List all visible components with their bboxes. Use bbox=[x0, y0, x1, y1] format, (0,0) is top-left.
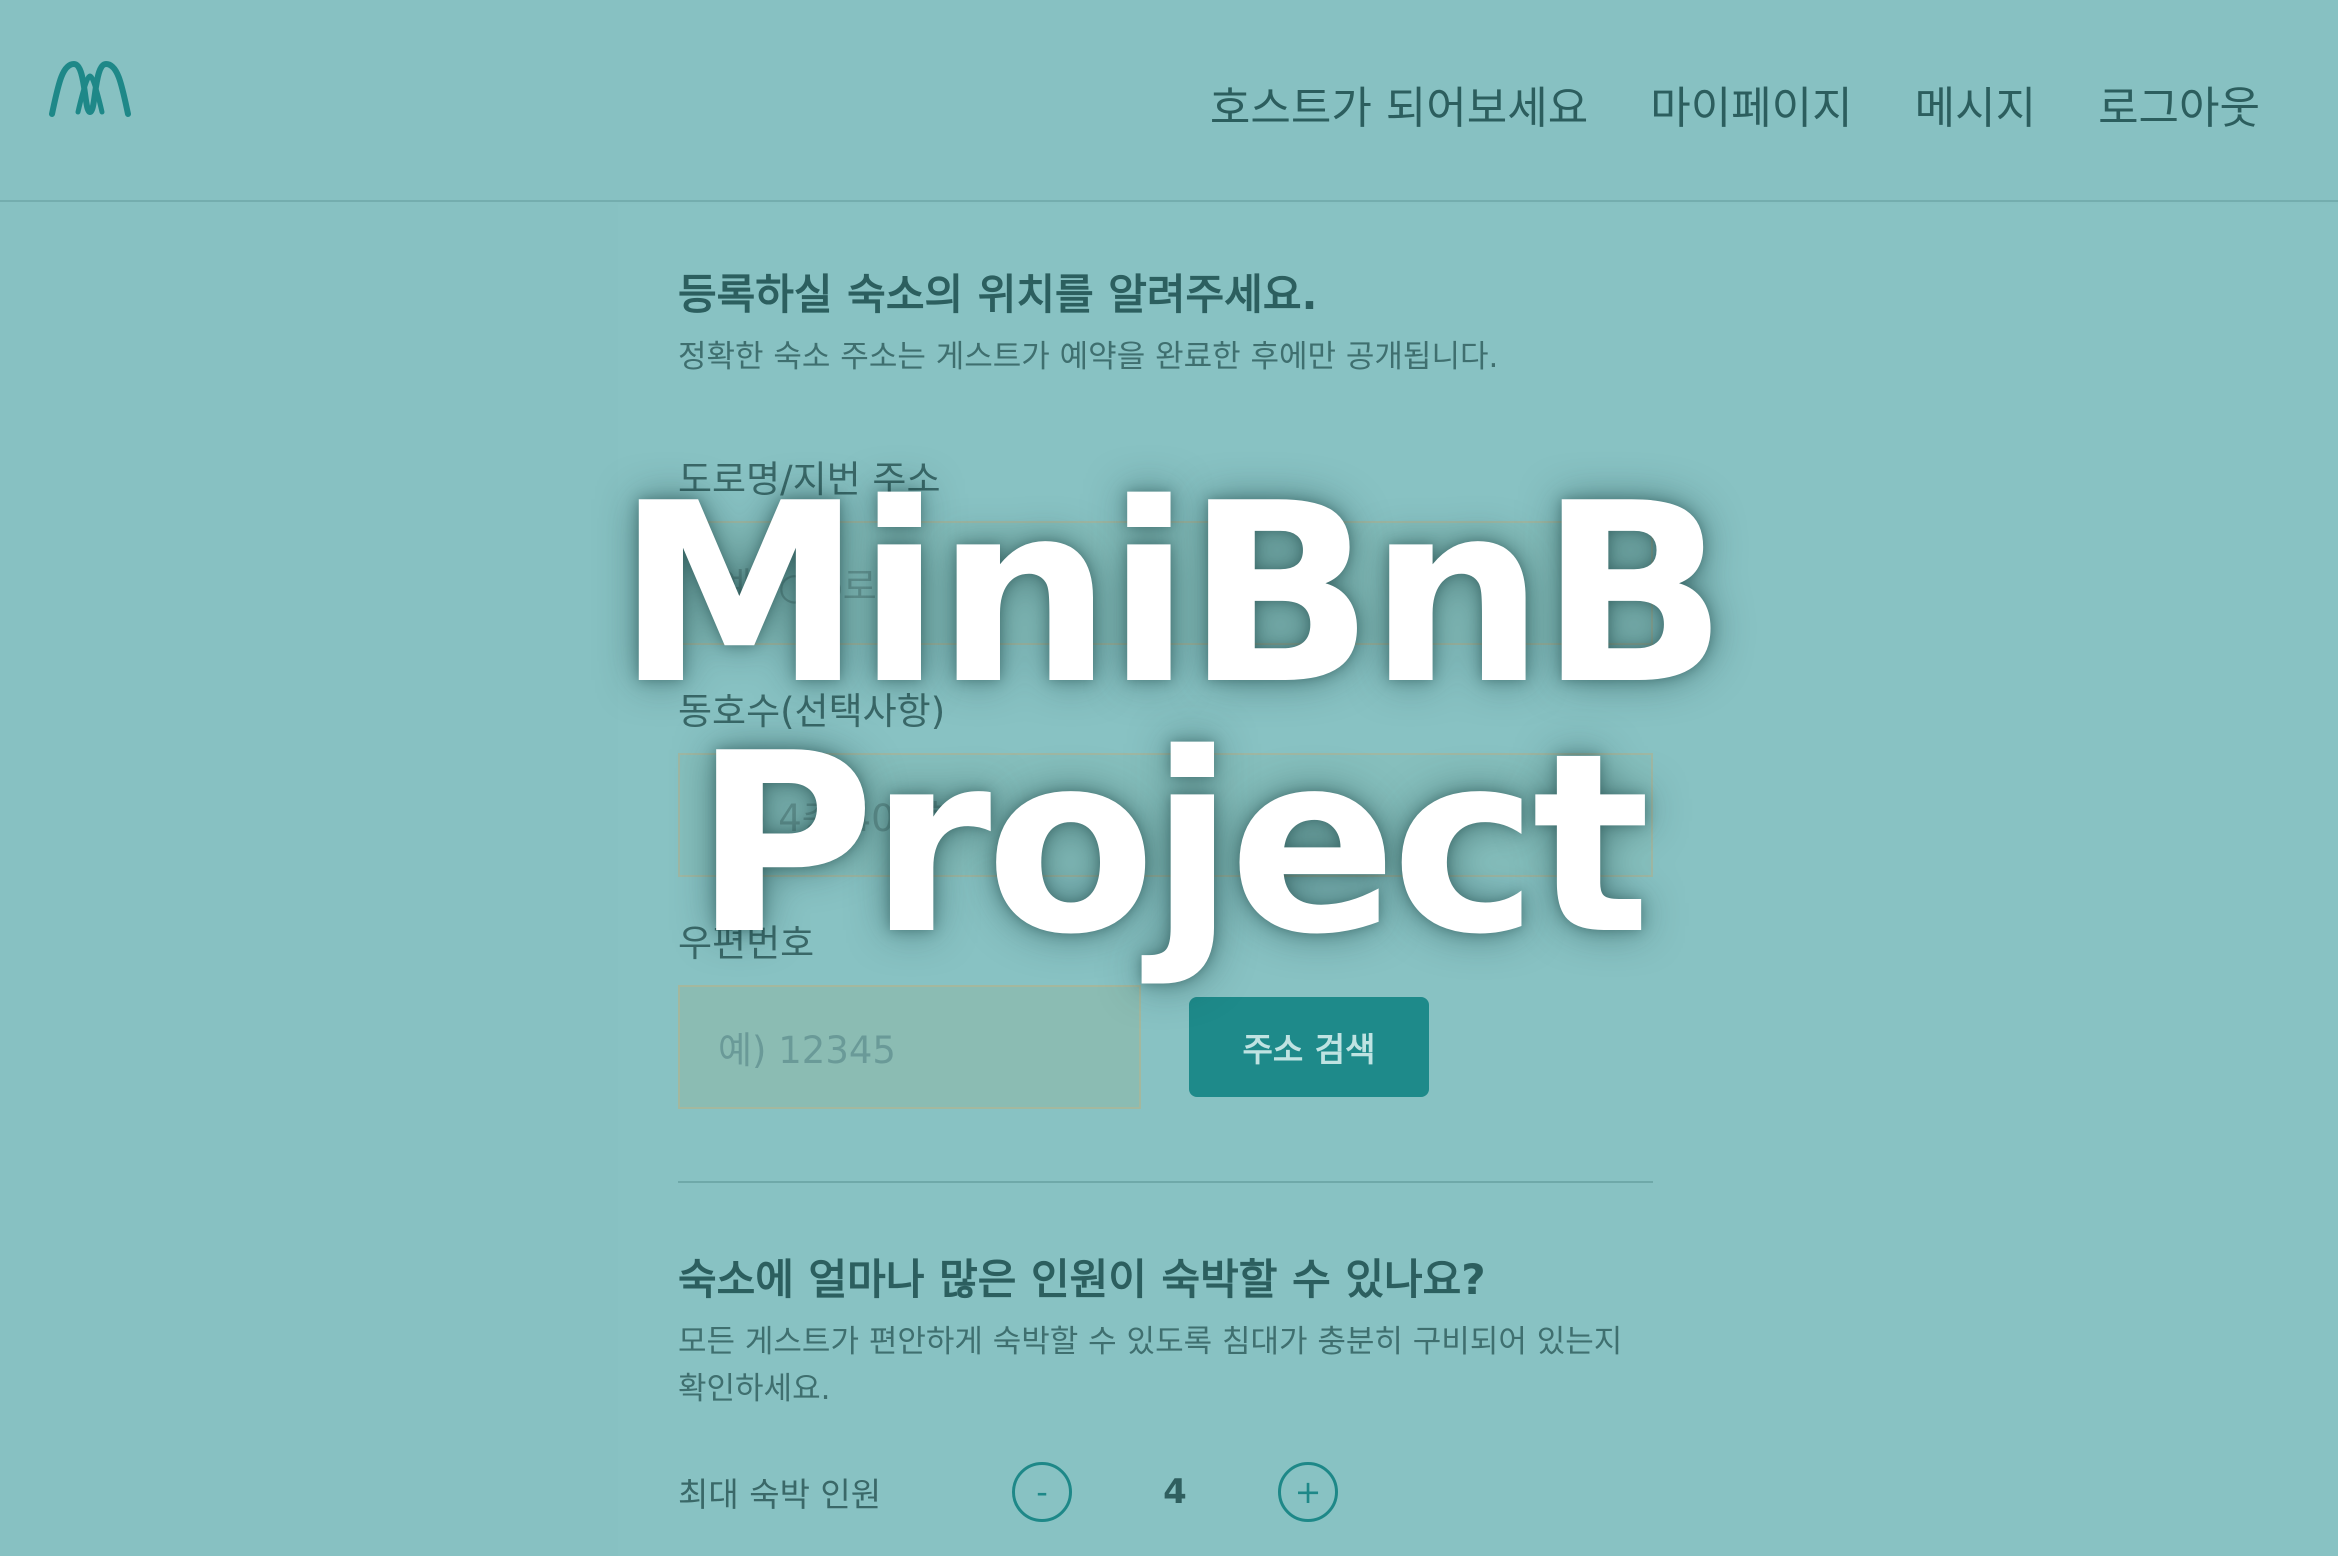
section-divider bbox=[678, 1180, 1653, 1183]
nav-messages[interactable]: 메시지 bbox=[1915, 72, 2036, 136]
zip-placeholder: 예) 12345 bbox=[718, 1028, 896, 1072]
minus-icon: - bbox=[1036, 1473, 1048, 1512]
overlay-line-1: MiniBnB bbox=[616, 451, 1728, 739]
main-nav: 호스트가 되어보세요 마이페이지 메시지 로그아웃 bbox=[1210, 72, 2260, 136]
nav-logout[interactable]: 로그아웃 bbox=[2098, 72, 2260, 136]
top-header: 호스트가 되어보세요 마이페이지 메시지 로그아웃 bbox=[0, 0, 2338, 202]
zip-input[interactable]: 예) 12345 bbox=[678, 984, 1141, 1109]
zip-row: 예) 12345 주소 검색 bbox=[678, 984, 1653, 1109]
guests-subtitle: 모든 게스트가 편안하게 숙박할 수 있도록 침대가 충분히 구비되어 있는지 … bbox=[678, 1324, 1623, 1407]
minibnb-logo-icon[interactable] bbox=[48, 56, 132, 118]
guest-stepper: 최대 숙박 인원 - 4 + bbox=[678, 1462, 1653, 1523]
plus-icon: + bbox=[1294, 1473, 1322, 1512]
location-title: 등록하실 숙소의 위치를 알려주세요. bbox=[678, 270, 1318, 319]
guests-title: 숙소에 얼마나 많은 인원이 숙박할 수 있나요? bbox=[678, 1254, 1486, 1304]
decrement-button[interactable]: - bbox=[1012, 1462, 1072, 1523]
project-title-overlay: MiniBnB Project bbox=[0, 470, 2338, 970]
overlay-line-2: Project bbox=[693, 701, 1650, 989]
location-subtitle: 정확한 숙소 주소는 게스트가 예약을 완료한 후에만 공개됩니다. bbox=[678, 339, 1499, 376]
guest-count: 4 bbox=[1163, 1472, 1187, 1513]
address-search-button[interactable]: 주소 검색 bbox=[1189, 996, 1429, 1097]
nav-become-host[interactable]: 호스트가 되어보세요 bbox=[1210, 72, 1588, 136]
max-guests-label: 최대 숙박 인원 bbox=[678, 1475, 882, 1515]
increment-button[interactable]: + bbox=[1278, 1462, 1338, 1523]
nav-mypage[interactable]: 마이페이지 bbox=[1650, 72, 1852, 136]
